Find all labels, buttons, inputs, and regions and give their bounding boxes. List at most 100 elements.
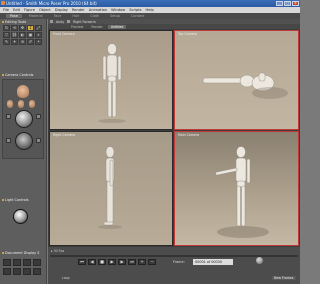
actor-selector-icon[interactable] xyxy=(67,20,71,23)
poser-app-icon xyxy=(1,1,5,5)
tab-cloth[interactable]: Cloth xyxy=(86,14,103,18)
step-back-icon[interactable]: ◀ xyxy=(88,259,96,265)
main-figure xyxy=(215,146,269,238)
playback-buttons: ⏮ ◀ ■ ▶ ▶ ⏭ + − xyxy=(78,259,156,265)
figure-selector-icon[interactable] xyxy=(50,20,53,23)
document-window: Andy Right Forearm Preview Render Untitl… xyxy=(48,19,300,251)
go-to-start-icon[interactable]: ⏮ xyxy=(78,259,86,265)
tab-content[interactable]: Content xyxy=(127,14,149,18)
minimize-button[interactable]: _ xyxy=(276,1,283,6)
chain-break-tool-icon[interactable]: ⛓ xyxy=(11,32,18,38)
window-title: Untitled - Smith Micro Poser Pro 2010 (6… xyxy=(6,1,97,6)
tab-setup[interactable]: Setup xyxy=(106,14,124,18)
step-forward-icon[interactable]: ▶ xyxy=(118,259,126,265)
top-figure xyxy=(202,72,288,99)
tab-face[interactable]: Face xyxy=(50,14,66,18)
menu-edit[interactable]: Edit xyxy=(13,8,20,12)
top-camera-label: Top Camera xyxy=(178,32,197,36)
outline-style-icon[interactable] xyxy=(13,259,21,266)
move-xz-icon[interactable] xyxy=(6,114,11,119)
texture-shaded-style-icon[interactable] xyxy=(33,268,41,275)
camera-controls-header[interactable]: Camera Controls xyxy=(2,73,33,77)
menu-scripts[interactable]: Scripts xyxy=(129,8,141,12)
wireframe-style-icon[interactable] xyxy=(23,259,31,266)
menu-display[interactable]: Display xyxy=(55,8,68,12)
left-hand-camera-icon[interactable] xyxy=(7,100,13,108)
viewport-tabs: Preview Render Untitled xyxy=(48,24,300,29)
animation-controls: ▸ 30 Fps ⏮ ◀ ■ ▶ ▶ ⏭ + − Frame: 00001 of… xyxy=(48,247,300,284)
face-camera-icon[interactable] xyxy=(17,85,29,98)
go-to-end-icon[interactable]: ⏭ xyxy=(128,259,136,265)
view-magnifier-tool-icon[interactable]: ⌕ xyxy=(35,32,42,38)
extra-tool-icon[interactable]: • xyxy=(35,39,42,45)
translate-tool-icon[interactable]: ✥ xyxy=(19,25,26,31)
menu-help[interactable]: Help xyxy=(146,8,154,12)
weight-paint-tool-icon[interactable]: ✐ xyxy=(27,39,34,45)
right-camera-label: Right Camera xyxy=(53,133,75,137)
direct-manipulation-tool-icon[interactable]: ✦ xyxy=(11,39,18,45)
camera-trackball-icon[interactable] xyxy=(15,110,33,128)
tab-hair[interactable]: Hair xyxy=(68,14,83,18)
main-camera-label: Main Camera xyxy=(178,133,200,137)
rotate-tool-icon[interactable]: ↻ xyxy=(3,25,10,31)
hidden-line-style-icon[interactable] xyxy=(33,259,41,266)
grouping-tool-icon[interactable]: ▣ xyxy=(27,32,34,38)
front-camera-viewport[interactable]: Front Camera xyxy=(49,30,173,130)
color-tool-icon[interactable]: ◐ xyxy=(19,32,26,38)
menu-file[interactable]: File xyxy=(3,8,9,12)
new-frames-button[interactable]: New Frames xyxy=(272,276,296,280)
menu-render[interactable]: Render xyxy=(72,8,85,12)
front-camera-label: Front Camera xyxy=(53,32,75,36)
tab-preview[interactable]: Preview xyxy=(68,25,86,29)
play-icon[interactable]: ▶ xyxy=(108,259,116,265)
animation-options-icon[interactable] xyxy=(256,257,263,264)
right-hand-camera-icon[interactable] xyxy=(18,100,24,108)
window-controls: _ □ × xyxy=(276,1,299,6)
light-controls-header[interactable]: Light Controls xyxy=(2,198,29,202)
focal-length-icon[interactable] xyxy=(36,138,41,143)
animation-fps-label[interactable]: ▸ 30 Fps xyxy=(51,249,64,253)
menu-window[interactable]: Window xyxy=(111,8,125,12)
translate-in-out-tool-icon[interactable]: ↕ xyxy=(27,25,34,31)
top-camera-viewport[interactable]: Top Camera xyxy=(174,30,299,130)
light-sphere-icon[interactable] xyxy=(13,209,28,224)
cloth-tool-icon[interactable]: ≋ xyxy=(19,39,26,45)
maximize-button[interactable]: □ xyxy=(284,1,291,6)
stop-icon[interactable]: ■ xyxy=(98,259,106,265)
menu-figure[interactable]: Figure xyxy=(24,8,35,12)
actor-selector[interactable]: Right Forearm xyxy=(73,20,96,24)
close-button[interactable]: × xyxy=(292,1,299,6)
menu-object[interactable]: Object xyxy=(39,8,51,12)
document-display-header[interactable]: Document Display S xyxy=(2,251,39,255)
tab-render[interactable]: Render xyxy=(88,25,105,29)
silhouette-style-icon[interactable] xyxy=(3,259,11,266)
tab-pose[interactable]: Pose xyxy=(6,14,22,18)
scale-tool-icon[interactable]: ⤢ xyxy=(35,25,42,31)
scale-camera-icon[interactable] xyxy=(6,138,11,143)
move-xy-icon[interactable] xyxy=(36,114,41,119)
main-camera-viewport[interactable]: Main Camera xyxy=(174,131,299,246)
smooth-shaded-style-icon[interactable] xyxy=(23,268,31,275)
taper-tool-icon[interactable]: ▽ xyxy=(3,32,10,38)
dolly-camera-icon[interactable] xyxy=(29,100,35,108)
tab-material[interactable]: Material xyxy=(25,14,47,18)
flat-shaded-style-icon[interactable] xyxy=(13,268,21,275)
right-camera-viewport[interactable]: Right Camera xyxy=(49,131,173,246)
remove-keyframe-icon[interactable]: − xyxy=(148,259,156,265)
editing-tools-grid: ↻ ⟲ ✥ ↕ ⤢ ▽ ⛓ ◐ ▣ ⌕ ✎ ✦ ≋ ✐ • xyxy=(3,25,45,45)
camera-rotate-icon[interactable] xyxy=(15,132,33,150)
loop-checkbox-label[interactable]: Loop xyxy=(62,276,70,280)
document-display-label: Document Display S xyxy=(5,251,40,255)
add-keyframe-icon[interactable]: + xyxy=(138,259,146,265)
left-tool-panel: Editing Tools ↻ ⟲ ✥ ↕ ⤢ ▽ ⛓ ◐ ▣ ⌕ ✎ ✦ ≋ … xyxy=(0,19,47,284)
right-figure xyxy=(98,146,122,229)
editing-tools-label: Editing Tools xyxy=(5,20,27,24)
tab-untitled[interactable]: Untitled xyxy=(107,24,127,29)
twist-tool-icon[interactable]: ⟲ xyxy=(11,25,18,31)
frame-counter[interactable]: 00001 of 00030 xyxy=(193,259,233,265)
figure-selector[interactable]: Andy xyxy=(56,20,64,24)
morphing-tool-icon[interactable]: ✎ xyxy=(3,39,10,45)
lit-wireframe-style-icon[interactable] xyxy=(3,268,11,275)
menu-animation[interactable]: Animation xyxy=(89,8,107,12)
editing-tools-header[interactable]: Editing Tools xyxy=(2,20,26,24)
